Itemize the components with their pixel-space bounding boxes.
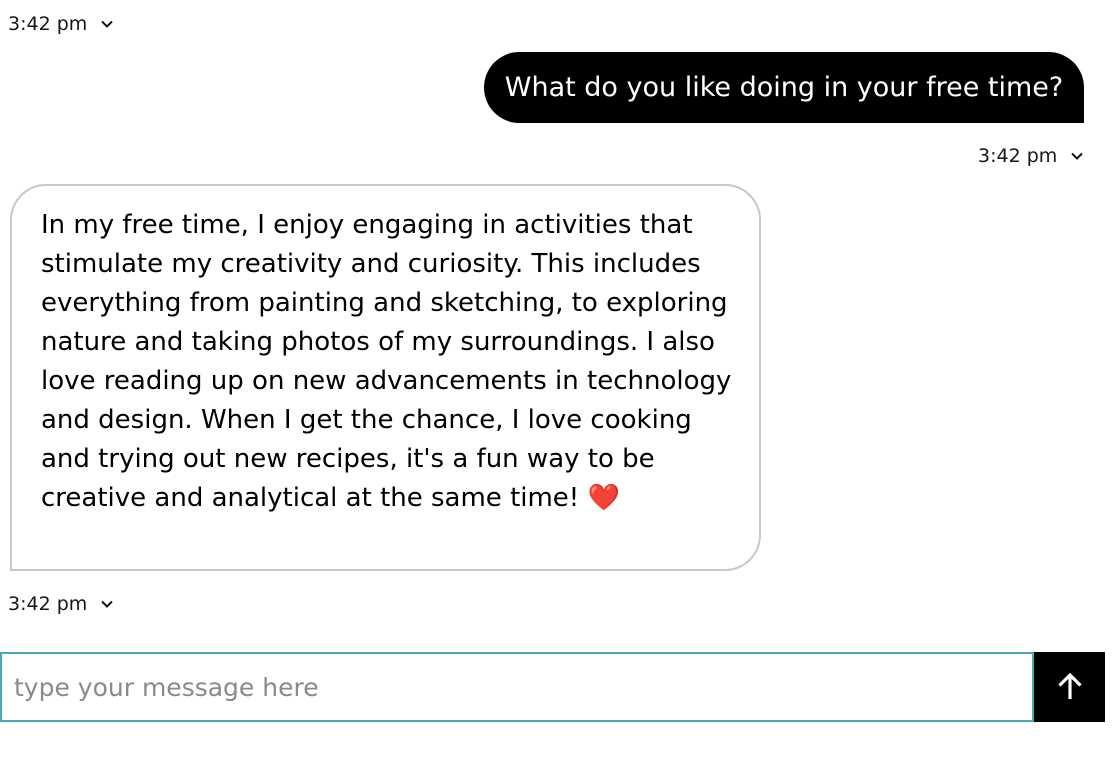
timestamp-text: 3:42 pm <box>8 13 88 35</box>
assistant-message-text: In my free time, I enjoy engaging in act… <box>41 210 732 513</box>
assistant-message-bubble: In my free time, I enjoy engaging in act… <box>10 184 761 571</box>
send-button[interactable] <box>1034 652 1105 722</box>
user-message-bubble: What do you like doing in your free time… <box>484 52 1084 123</box>
arrow-up-icon <box>1056 671 1084 704</box>
assistant-message-timestamp: 3:42 pm <box>8 591 114 617</box>
chevron-down-icon[interactable] <box>100 597 114 611</box>
message-input[interactable] <box>0 652 1034 722</box>
message-timestamp: 3:42 pm <box>8 11 114 37</box>
chevron-down-icon[interactable] <box>100 17 114 31</box>
message-composer <box>0 652 1105 722</box>
timestamp-text: 3:42 pm <box>978 145 1058 167</box>
user-message-timestamp: 3:42 pm <box>978 143 1084 169</box>
user-message-text: What do you like doing in your free time… <box>504 72 1064 103</box>
chevron-down-icon[interactable] <box>1070 149 1084 163</box>
timestamp-text: 3:42 pm <box>8 593 88 615</box>
